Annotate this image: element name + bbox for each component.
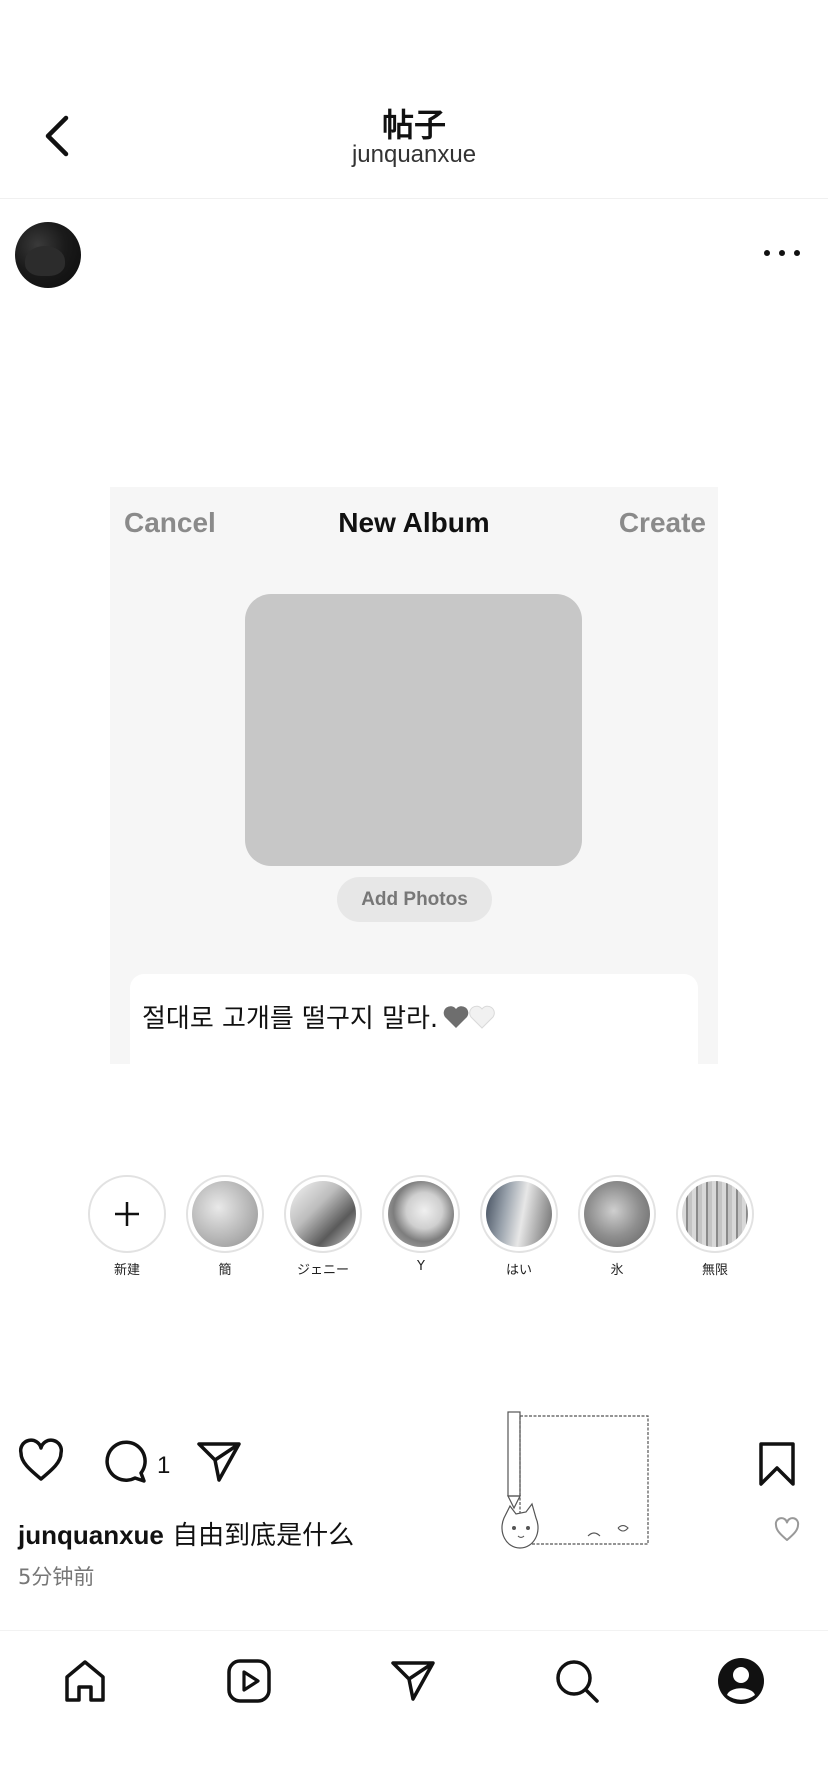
home-icon <box>65 1660 105 1702</box>
highlight-image <box>192 1181 258 1247</box>
highlight-item[interactable]: 氷 <box>578 1175 656 1278</box>
highlight-image <box>486 1181 552 1247</box>
save-button[interactable] <box>755 1440 799 1488</box>
highlight-image <box>584 1181 650 1247</box>
album-field-text: 절대로 고개를 떨구지 말라. <box>142 1004 439 1034</box>
highlight-label: 簡 <box>218 1263 232 1278</box>
highlight-image <box>290 1181 356 1247</box>
post-image[interactable]: Cancel New Album Create Add Photos 절대로 고… <box>0 300 828 1390</box>
like-button[interactable] <box>17 1437 65 1485</box>
highlight-item[interactable]: Y <box>382 1175 460 1274</box>
highlight-image <box>388 1181 454 1247</box>
small-heart-icon <box>774 1517 800 1541</box>
comment-count: 1 <box>157 1452 171 1479</box>
highlight-ring <box>382 1175 460 1253</box>
like-caption-button[interactable] <box>773 1516 801 1544</box>
comment-button[interactable] <box>100 1437 148 1485</box>
search-icon <box>556 1660 599 1703</box>
highlight-ring <box>88 1175 166 1253</box>
reels-icon <box>227 1659 271 1703</box>
highlights-row: 新建 簡 ジェニー Y はい 氷 無限 <box>88 1175 754 1278</box>
share-button[interactable] <box>195 1438 243 1486</box>
author-avatar[interactable] <box>15 222 81 288</box>
highlight-ring <box>676 1175 754 1253</box>
send-icon <box>391 1661 435 1701</box>
more-dot <box>779 250 785 256</box>
more-options-button[interactable] <box>760 236 804 270</box>
nav-reels[interactable] <box>221 1653 277 1709</box>
add-photos-label: Add Photos <box>337 877 492 922</box>
highlight-image <box>682 1181 748 1247</box>
nav-profile[interactable] <box>713 1653 769 1709</box>
highlight-item[interactable]: ジェニー <box>284 1175 362 1278</box>
post-caption: junquanxue 自由到底是什么 <box>18 1515 354 1552</box>
album-field-text-row: 절대로 고개를 떨구지 말라. <box>142 998 498 1035</box>
nav-home[interactable] <box>57 1653 113 1709</box>
plus-icon <box>94 1181 160 1247</box>
highlight-label: はい <box>505 1263 532 1278</box>
post-timestamp: 5分钟前 <box>18 1565 95 1589</box>
highlight-label: 新建 <box>113 1263 140 1278</box>
heart-icon <box>18 1438 64 1481</box>
highlight-item[interactable]: 簡 <box>186 1175 264 1278</box>
highlight-ring <box>284 1175 362 1253</box>
nav-direct[interactable] <box>385 1653 441 1709</box>
page-subtitle: junquanxue <box>351 141 477 168</box>
highlight-ring <box>186 1175 264 1253</box>
profile-icon <box>718 1658 764 1704</box>
cat-doodle-sticker <box>501 1411 649 1549</box>
highlight-label: 氷 <box>610 1263 624 1278</box>
highlight-ring <box>578 1175 656 1253</box>
highlight-item[interactable]: 無限 <box>676 1175 754 1278</box>
bookmark-icon <box>759 1442 795 1486</box>
send-icon <box>197 1442 241 1482</box>
highlight-label: 無限 <box>701 1263 728 1278</box>
album-name-field: 절대로 고개를 떨구지 말라. <box>130 974 698 1064</box>
gray-heart-icon <box>443 1005 495 1029</box>
highlight-label: Y <box>417 1259 425 1274</box>
album-create-label: Create <box>618 507 706 538</box>
album-screenshot: Cancel New Album Create Add Photos 절대로 고… <box>110 487 718 1064</box>
page-title: 帖子 <box>381 106 446 144</box>
more-dot <box>794 250 800 256</box>
comment-icon <box>105 1440 147 1483</box>
highlight-item[interactable]: はい <box>480 1175 558 1278</box>
more-dot <box>764 250 770 256</box>
highlight-label: ジェニー <box>296 1263 349 1278</box>
highlight-ring <box>480 1175 558 1253</box>
top-header: 帖子 junquanxue <box>0 0 828 199</box>
nav-search[interactable] <box>549 1653 605 1709</box>
bottom-navigation <box>0 1630 828 1792</box>
album-cover-placeholder <box>245 594 582 866</box>
caption-username[interactable]: junquanxue <box>18 1520 164 1550</box>
highlight-new[interactable]: 新建 <box>88 1175 166 1278</box>
caption-text: 自由到底是什么 <box>172 1521 355 1551</box>
